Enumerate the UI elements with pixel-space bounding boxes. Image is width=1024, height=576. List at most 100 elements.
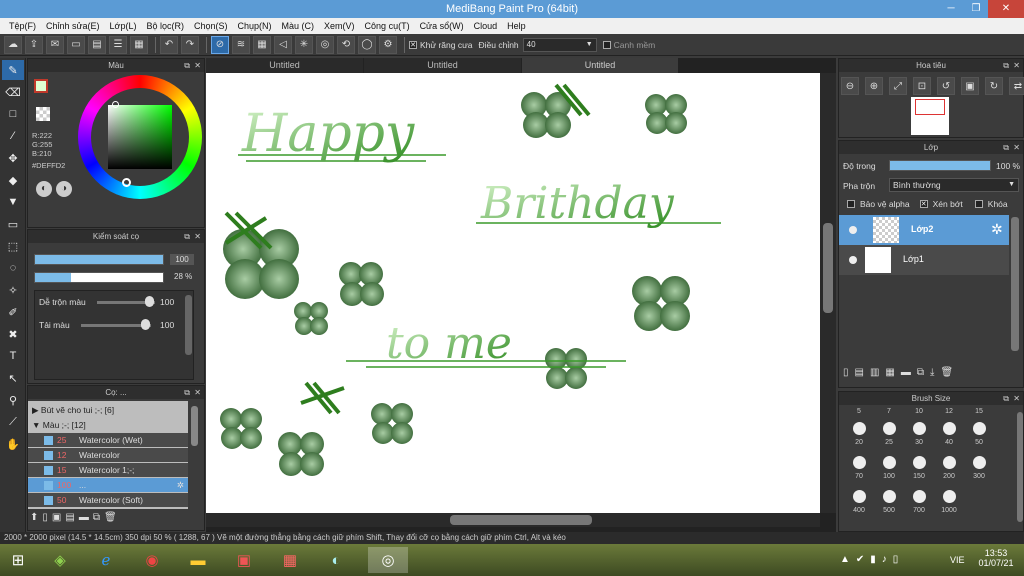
brush-item[interactable]: 12 Watercolor xyxy=(28,448,188,462)
snap-circle-icon[interactable]: ◎ xyxy=(316,35,334,54)
app-stack-icon[interactable]: ◈ xyxy=(46,547,74,573)
saturation-square[interactable] xyxy=(108,105,172,169)
rotate-reset-icon[interactable]: ▣ xyxy=(961,77,979,95)
detach-icon[interactable]: ⧉ xyxy=(1003,141,1009,154)
layer-opacity-slider[interactable] xyxy=(889,160,991,171)
eye-icon[interactable] xyxy=(849,226,857,234)
close-panel-icon[interactable]: ✕ xyxy=(194,59,201,72)
windows-start-icon[interactable]: ⊞ xyxy=(4,547,32,573)
color-mode-icon[interactable]: ◑ xyxy=(56,181,72,197)
select-eraser-icon[interactable]: ✖ xyxy=(2,324,24,344)
snap-ellipse-icon[interactable]: ◯ xyxy=(358,35,376,54)
hue-marker[interactable] xyxy=(122,178,131,187)
menu-tools[interactable]: Công cụ(T) xyxy=(360,21,415,31)
ink-slider-handle[interactable] xyxy=(141,319,150,330)
foreground-color-swatch[interactable] xyxy=(34,79,48,93)
bucket-tool-icon[interactable]: ▼ xyxy=(2,192,24,212)
vertical-scroll-thumb[interactable] xyxy=(823,223,833,313)
brush-tool-icon[interactable]: ✎ xyxy=(2,60,24,80)
brush-size-cell[interactable]: 25 xyxy=(875,422,903,450)
brush-size-cell[interactable]: 50 xyxy=(965,422,993,450)
brush-size-cell[interactable]: 1000 xyxy=(935,490,963,518)
grid-icon[interactable]: ▦ xyxy=(130,35,148,54)
brush-size-cell[interactable]: 100 xyxy=(875,456,903,484)
brush-opacity-slider[interactable] xyxy=(34,272,164,283)
fit-window-icon[interactable]: ⤢ xyxy=(889,77,907,95)
brush-size-cell[interactable]: 300 xyxy=(965,456,993,484)
color-marker[interactable] xyxy=(112,101,119,108)
brush-list-scrollbar[interactable] xyxy=(191,406,198,446)
detach-icon[interactable]: ⧉ xyxy=(1003,392,1009,405)
brush-size-cell[interactable]: 40 xyxy=(935,422,963,450)
zoom-in-icon[interactable]: ⊕ xyxy=(865,77,883,95)
duplicate-icon[interactable]: ⧉ xyxy=(93,512,100,528)
chrome-icon[interactable]: ◉ xyxy=(138,547,166,573)
brush-size-cell[interactable]: 70 xyxy=(845,456,873,484)
settings-icon[interactable]: ⚙ xyxy=(379,35,397,54)
lasso-tool-icon[interactable]: ◌ xyxy=(2,258,24,278)
snap-grid-icon[interactable]: ▦ xyxy=(253,35,271,54)
medibang-taskbar-icon[interactable]: ◎ xyxy=(368,547,408,573)
list-icon[interactable]: ☰ xyxy=(109,35,127,54)
tab-document-3[interactable]: Untitled xyxy=(522,58,678,73)
menu-cloud[interactable]: Cloud xyxy=(469,21,503,31)
snap-off-icon[interactable]: ⊘ xyxy=(211,35,229,54)
close-panel-icon[interactable]: ✕ xyxy=(1013,392,1020,405)
params-scrollbar[interactable] xyxy=(185,295,192,355)
brush-group[interactable]: ▼ Màu ;-; [12] xyxy=(28,418,188,432)
brush-item[interactable]: 15 Watercolor 1;-; xyxy=(28,463,188,477)
undo-icon[interactable]: ↶ xyxy=(160,35,178,54)
cloud-icon[interactable]: ☁ xyxy=(4,35,22,54)
eyedropper-tool-icon[interactable]: ⚲ xyxy=(2,390,24,410)
rectangle-tool-icon[interactable]: □ xyxy=(2,104,24,124)
close-panel-icon[interactable]: ✕ xyxy=(194,386,201,399)
add-brush-icon[interactable]: ⬆ xyxy=(30,512,38,528)
close-panel-icon[interactable]: ✕ xyxy=(194,230,201,243)
brush-size-cell[interactable]: 200 xyxy=(935,456,963,484)
merge-layer-icon[interactable]: ⤓ xyxy=(930,367,934,378)
brush-size-value[interactable]: 100 xyxy=(170,254,194,265)
delete-brush-icon[interactable]: 🗑 xyxy=(104,512,117,528)
alpha-protect-checkbox[interactable] xyxy=(847,200,855,208)
close-panel-icon[interactable]: ✕ xyxy=(1013,59,1020,72)
menu-window[interactable]: Cửa sổ(W) xyxy=(415,21,469,31)
select-tool-icon[interactable]: ⬚ xyxy=(2,236,24,256)
internet-explorer-icon[interactable]: ℯ xyxy=(92,547,120,573)
redo-icon[interactable]: ↷ xyxy=(181,35,199,54)
hand-tool-icon[interactable]: ✋ xyxy=(2,434,24,454)
chat-icon[interactable]: ▭ xyxy=(67,35,85,54)
brush-menu-icon[interactable]: ▣ xyxy=(52,512,61,528)
magic-wand-icon[interactable]: ✧ xyxy=(2,280,24,300)
horizontal-scrollbar[interactable] xyxy=(206,513,820,527)
blend-mode-select[interactable]: Bình thường ▼ xyxy=(889,178,1019,192)
new-layer-icon[interactable]: ▯ xyxy=(843,367,849,378)
menu-file[interactable]: Tệp(F) xyxy=(4,21,41,31)
brush-item-selected[interactable]: 100... ✲ xyxy=(28,478,188,492)
operation-tool-icon[interactable]: ↖ xyxy=(2,368,24,388)
menu-view[interactable]: Xem(V) xyxy=(319,21,360,31)
drawing-canvas[interactable]: Happy Brithday to me xyxy=(206,73,820,513)
close-panel-icon[interactable]: ✕ xyxy=(1013,141,1020,154)
brush-size-cell[interactable]: 150 xyxy=(905,456,933,484)
close-button[interactable]: ✕ xyxy=(988,0,1024,18)
language-indicator[interactable]: VIE xyxy=(950,555,965,565)
dot-brush-icon[interactable]: ⁄ xyxy=(2,126,24,146)
hue-wheel[interactable] xyxy=(78,75,202,199)
navigator-viewport[interactable] xyxy=(915,99,945,115)
menu-filter[interactable]: Bộ lọc(R) xyxy=(141,21,189,31)
upload-icon[interactable]: ⇪ xyxy=(25,35,43,54)
flip-icon[interactable]: ⇄ xyxy=(1009,77,1024,95)
detach-icon[interactable]: ⧉ xyxy=(184,386,190,399)
brush-size-cell[interactable]: 700 xyxy=(905,490,933,518)
file-explorer-icon[interactable]: ▬ xyxy=(184,547,212,573)
snap-parallel-icon[interactable]: ≋ xyxy=(232,35,250,54)
brush-size-scrollbar[interactable] xyxy=(1017,412,1023,522)
smooth-checkbox[interactable] xyxy=(602,40,611,49)
horizontal-scroll-thumb[interactable] xyxy=(450,515,592,525)
lock-checkbox[interactable] xyxy=(974,200,983,208)
select-pen-icon[interactable]: ✐ xyxy=(2,302,24,322)
correction-select[interactable]: 40 ▼ xyxy=(522,37,597,52)
new-halftone-layer-icon[interactable]: ▤ xyxy=(855,367,864,378)
vertical-scrollbar[interactable] xyxy=(820,73,836,513)
layer-scrollbar[interactable] xyxy=(1011,217,1019,351)
